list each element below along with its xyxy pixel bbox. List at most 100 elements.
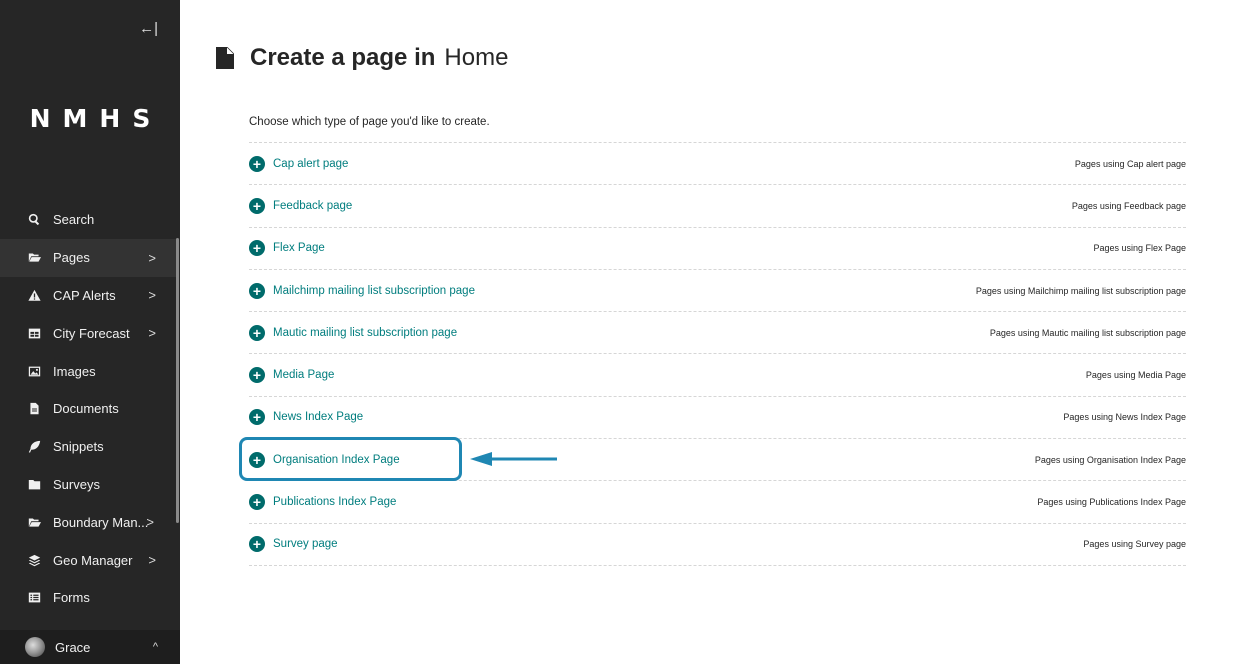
- sidebar-item-label: Documents: [53, 401, 119, 417]
- sidebar-item-cap-alerts[interactable]: CAP Alerts >: [0, 277, 176, 315]
- folder-open-icon: [27, 515, 41, 529]
- pages-using-link[interactable]: Pages using Flex Page: [1093, 243, 1186, 253]
- collapse-sidebar-icon[interactable]: ←|: [139, 20, 158, 37]
- sidebar-item-documents[interactable]: Documents: [0, 390, 176, 428]
- chevron-right-icon: >: [148, 552, 156, 568]
- list-item: + Flex Page Pages using Flex Page: [249, 228, 1186, 270]
- sidebar-item-label: Pages: [53, 250, 90, 266]
- form-icon: [27, 591, 41, 605]
- document-icon: [27, 402, 41, 416]
- sidebar-item-label: Images: [53, 363, 96, 379]
- page-type-label: Media Page: [273, 369, 335, 382]
- highlight-box: [239, 437, 462, 481]
- sidebar-item-search[interactable]: Search: [0, 201, 176, 239]
- page-type-label: Cap alert page: [273, 157, 349, 170]
- page-type-link[interactable]: + Survey page: [249, 536, 338, 553]
- plus-circle-icon: +: [249, 324, 265, 341]
- page-type-label: Feedback page: [273, 199, 353, 212]
- sidebar-item-label: Surveys: [53, 476, 100, 492]
- page-type-label: Survey page: [273, 538, 338, 551]
- list-item: + Mailchimp mailing list subscription pa…: [249, 270, 1186, 313]
- pages-using-link[interactable]: Pages using Survey page: [1083, 539, 1186, 549]
- page-type-label: Mautic mailing list subscription page: [273, 326, 458, 339]
- sidebar-item-label: City Forecast: [53, 325, 130, 341]
- page-type-label: Publications Index Page: [273, 496, 397, 509]
- sidebar-item-forms[interactable]: Forms: [0, 579, 176, 617]
- pages-using-link[interactable]: Pages using Organisation Index Page: [1035, 455, 1186, 465]
- sidebar-item-label: Search: [53, 212, 95, 228]
- chevron-up-icon: ^: [152, 641, 158, 653]
- pages-using-link[interactable]: Pages using Cap alert page: [1075, 159, 1186, 169]
- chevron-right-icon: >: [146, 514, 154, 530]
- warning-icon: [27, 288, 41, 302]
- pages-using-link[interactable]: Pages using News Index Page: [1063, 412, 1186, 422]
- sidebar-item-images[interactable]: Images: [0, 352, 176, 390]
- plus-circle-icon: +: [249, 367, 265, 384]
- intro-text: Choose which type of page you'd like to …: [249, 116, 490, 128]
- page-type-label: Flex Page: [273, 242, 325, 255]
- sidebar-item-label: Geo Manager: [53, 552, 133, 568]
- account-menu[interactable]: Grace ^: [0, 630, 180, 664]
- chevron-right-icon: >: [148, 325, 156, 341]
- chevron-right-icon: >: [148, 287, 156, 303]
- page-type-link[interactable]: + News Index Page: [249, 409, 364, 426]
- plus-circle-icon: +: [249, 282, 265, 299]
- pages-using-link[interactable]: Pages using Publications Index Page: [1037, 497, 1186, 507]
- list-item: + Feedback page Pages using Feedback pag…: [249, 185, 1186, 228]
- image-icon: [27, 364, 41, 378]
- layers-icon: [27, 553, 41, 567]
- page-title: Create a page in: [250, 44, 436, 71]
- plus-circle-icon: +: [249, 155, 265, 172]
- sidebar-item-city-forecast[interactable]: City Forecast >: [0, 314, 176, 352]
- sidebar-item-label: Snippets: [53, 439, 104, 455]
- list-item: + Cap alert page Pages using Cap alert p…: [249, 143, 1186, 186]
- plus-circle-icon: +: [249, 197, 265, 214]
- chevron-right-icon: >: [148, 250, 156, 266]
- page-type-link[interactable]: + Mautic mailing list subscription page: [249, 324, 458, 341]
- folder-icon: [27, 477, 41, 491]
- document-icon: [215, 46, 235, 70]
- plus-circle-icon: +: [249, 240, 265, 257]
- sidebar-nav: Search Pages > CAP Alerts > City Forecas…: [0, 201, 176, 617]
- sidebar-item-label: CAP Alerts: [53, 287, 116, 303]
- table-icon: [27, 326, 41, 340]
- pointer-arrow: [470, 452, 557, 466]
- pages-using-link[interactable]: Pages using Feedback page: [1072, 201, 1186, 211]
- page-type-link[interactable]: + Mailchimp mailing list subscription pa…: [249, 282, 475, 299]
- sidebar: ←| NMHS Search Pages > CAP Alerts > City…: [0, 0, 180, 664]
- parent-page-name: Home: [444, 44, 509, 71]
- user-name: Grace: [55, 639, 91, 655]
- list-item: + Media Page Pages using Media Page: [249, 354, 1186, 397]
- list-item: + Publications Index Page Pages using Pu…: [249, 481, 1186, 524]
- snippet-icon: [27, 440, 41, 454]
- page-type-list: + Cap alert page Pages using Cap alert p…: [249, 142, 1186, 566]
- search-icon: [27, 213, 41, 227]
- sidebar-item-pages[interactable]: Pages >: [0, 238, 176, 277]
- sidebar-item-boundary-manager[interactable]: Boundary Man... >: [0, 503, 176, 541]
- avatar: [25, 637, 45, 657]
- sidebar-item-surveys[interactable]: Surveys: [0, 466, 176, 504]
- sidebar-item-label: Forms: [53, 590, 90, 606]
- page-type-label: Mailchimp mailing list subscription page: [273, 284, 475, 297]
- page-header: Create a page in Home: [215, 44, 508, 72]
- list-item: + Survey page Pages using Survey page: [249, 524, 1186, 566]
- pages-using-link[interactable]: Pages using Mautic mailing list subscrip…: [990, 328, 1186, 338]
- sidebar-item-label: Boundary Man...: [53, 514, 149, 530]
- page-type-link[interactable]: + Cap alert page: [249, 155, 349, 172]
- page-type-link[interactable]: + Publications Index Page: [249, 494, 397, 511]
- pages-using-link[interactable]: Pages using Media Page: [1086, 370, 1186, 380]
- sidebar-item-geo-manager[interactable]: Geo Manager >: [0, 541, 176, 579]
- list-item: + News Index Page Pages using News Index…: [249, 397, 1186, 440]
- sidebar-item-snippets[interactable]: Snippets: [0, 428, 176, 466]
- site-logo[interactable]: NMHS: [0, 104, 180, 133]
- plus-circle-icon: +: [249, 409, 265, 426]
- folder-open-icon: [27, 251, 41, 265]
- plus-circle-icon: +: [249, 494, 265, 511]
- page-type-link[interactable]: + Feedback page: [249, 197, 353, 214]
- page-type-label: News Index Page: [273, 411, 364, 424]
- sidebar-scrollbar[interactable]: [176, 238, 179, 523]
- page-type-link[interactable]: + Flex Page: [249, 240, 325, 257]
- list-item: + Mautic mailing list subscription page …: [249, 312, 1186, 355]
- page-type-link[interactable]: + Media Page: [249, 367, 335, 384]
- pages-using-link[interactable]: Pages using Mailchimp mailing list subsc…: [976, 286, 1186, 296]
